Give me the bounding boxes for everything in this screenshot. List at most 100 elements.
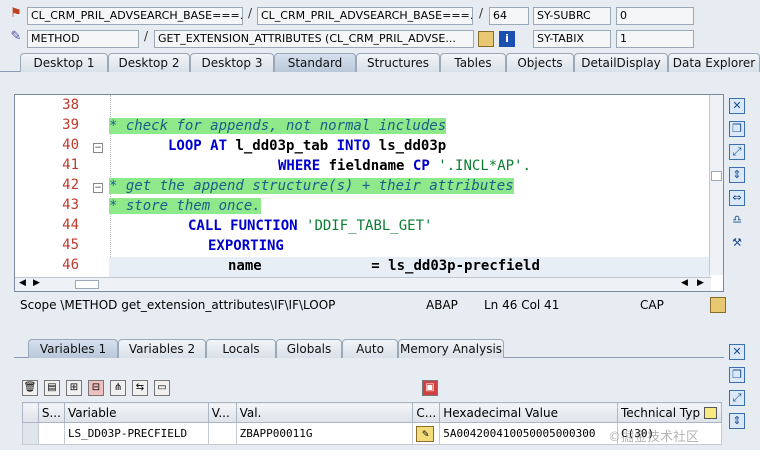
scroll-thumb[interactable] — [75, 280, 99, 289]
watermark: ©掘金技术社区 — [608, 430, 700, 445]
operator: = — [371, 258, 380, 274]
variables-tabs: Variables 1 Variables 2 Locals Globals A… — [14, 338, 724, 358]
separator: / — [248, 6, 253, 20]
cursor-position: Ln 46 Col 41 — [484, 298, 560, 312]
line-number: 45 — [62, 237, 79, 253]
debugger-tabs: Desktop 1 Desktop 2 Desktop 3 Standard S… — [0, 50, 760, 72]
scope-text: Scope \METHOD get_extension_attributes\I… — [20, 298, 336, 312]
tab-objects[interactable]: Objects — [506, 53, 574, 72]
program-field-1[interactable]: CL_CRM_PRIL_ADVSEARCH_BASE===... — [27, 7, 243, 25]
event-name-field[interactable]: GET_EXTENSION_ATTRIBUTES (CL_CRM_PRIL_AD… — [154, 30, 474, 48]
tab-tables[interactable]: Tables — [440, 53, 506, 72]
hierarchy-icon[interactable]: ⋔ — [110, 380, 126, 396]
source-editor[interactable]: 38 39 40 41 42 43 44 45 46 − − * check f… — [14, 94, 724, 292]
column-header-status[interactable]: S... — [37, 402, 65, 423]
scroll-thumb[interactable] — [711, 171, 722, 181]
editor-vertical-scrollbar[interactable] — [709, 95, 723, 275]
line-number: 46 — [62, 257, 79, 273]
copy-icon[interactable]: ❐ — [729, 121, 745, 137]
sy-tabix-value[interactable]: 1 — [616, 30, 694, 48]
close-icon[interactable]: ✕ — [729, 344, 745, 360]
tab-auto[interactable]: Auto — [342, 339, 398, 358]
tab-desktop-2[interactable]: Desktop 2 — [108, 53, 190, 72]
breakpoint-icon[interactable]: ♎ — [729, 213, 745, 229]
scroll-right-icon[interactable]: ▶ — [697, 278, 704, 288]
code-line-42: * get the append structure(s) + their at… — [109, 177, 514, 196]
sy-subrc-label: SY-SUBRC — [533, 7, 611, 25]
delete-icon[interactable]: 🗑 — [22, 380, 38, 396]
tab-globals[interactable]: Globals — [276, 339, 342, 358]
copy-icon[interactable]: ❐ — [729, 367, 745, 383]
identifier: l_dd03p_tab — [235, 138, 329, 154]
details-icon[interactable]: ▤ — [44, 380, 60, 396]
scroll-left-icon[interactable]: ◀ — [19, 278, 26, 288]
tab-data-explorer[interactable]: Data Explorer — [668, 53, 760, 72]
identifier: fieldname — [328, 158, 405, 174]
variable-cell[interactable]: LS_DD03P-PRECFIELD — [63, 422, 209, 445]
vertical-split-icon[interactable]: ⇕ — [729, 413, 745, 429]
editor-side-toolbar: ✕ ❐ ⤢ ⇕ ⇔ ♎ ⚒ — [729, 98, 747, 259]
program-icon: ⚑ — [10, 6, 22, 21]
code-line-43: * store them once. — [109, 197, 261, 216]
editor-horizontal-scrollbar[interactable]: ◀ ▶ ◀ ▶ — [15, 277, 711, 291]
line-number-field[interactable]: 64 — [489, 7, 529, 25]
keyword: WHERE — [278, 158, 321, 174]
line-number: 41 — [62, 157, 79, 173]
tab-desktop-1[interactable]: Desktop 1 — [20, 53, 108, 72]
event-type-field[interactable]: METHOD — [27, 30, 139, 48]
variables-toolbar: 🗑 ▤ ⊞ ⊟ ⋔ ⇆ ▭ — [22, 380, 170, 398]
scroll-left-icon[interactable]: ◀ — [681, 278, 688, 288]
maximize-icon[interactable]: ⤢ — [729, 390, 745, 406]
maximize-icon[interactable]: ⤢ — [729, 144, 745, 160]
sy-tabix-label: SY-TABIX — [533, 30, 611, 48]
line-number: 42 — [62, 177, 79, 193]
change-cell[interactable]: ✎ — [412, 422, 441, 445]
source-icon[interactable] — [710, 297, 726, 313]
navigate-icon[interactable]: ⇆ — [132, 380, 148, 396]
tools-icon[interactable]: ⚒ — [729, 236, 745, 252]
tab-memory-analysis[interactable]: Memory Analysis — [398, 339, 504, 358]
keyword: CALL FUNCTION — [188, 218, 298, 234]
delete-row-icon[interactable]: ⊟ — [88, 380, 104, 396]
tab-variables-1[interactable]: Variables 1 — [28, 339, 118, 358]
header-row-2: ✎ METHOD / GET_EXTENSION_ATTRIBUTES (CL_… — [0, 28, 760, 50]
sy-subrc-value[interactable]: 0 — [616, 7, 694, 25]
separator: / — [479, 6, 484, 20]
insert-row-icon[interactable]: ⊞ — [66, 380, 82, 396]
status-cell — [37, 422, 65, 445]
method-icon: ✎ — [10, 29, 22, 44]
keyword: INTO — [336, 138, 371, 154]
program-field-2[interactable]: CL_CRM_PRIL_ADVSEARCH_BASE===... — [257, 7, 473, 25]
column-header-change[interactable]: C... — [412, 402, 441, 423]
folder-icon[interactable]: ▭ — [154, 380, 170, 396]
tab-structures[interactable]: Structures — [356, 53, 440, 72]
tab-desktop-3[interactable]: Desktop 3 — [190, 53, 274, 72]
vertical-split-icon[interactable]: ⇕ — [729, 167, 745, 183]
info-icon[interactable]: i — [499, 31, 515, 47]
header-row-1: ⚑ CL_CRM_PRIL_ADVSEARCH_BASE===... / CL_… — [0, 5, 760, 27]
identifier: ls_dd03p — [378, 138, 447, 154]
fold-toggle-icon[interactable]: − — [93, 143, 103, 153]
edit-pencil-icon[interactable]: ✎ — [416, 425, 435, 442]
identifier: name — [228, 258, 262, 274]
row-selector[interactable] — [22, 422, 39, 445]
column-header-variable[interactable]: Variable — [63, 402, 209, 423]
column-header-v[interactable]: V... — [207, 402, 237, 423]
fold-toggle-icon[interactable]: − — [93, 183, 103, 193]
tab-detail-display[interactable]: DetailDisplay — [574, 53, 668, 72]
scroll-right-icon[interactable]: ▶ — [33, 278, 40, 288]
save-icon[interactable]: ▣ — [422, 380, 438, 396]
close-icon[interactable]: ✕ — [729, 98, 745, 114]
value-cell[interactable]: ZBAPP00011G — [235, 422, 414, 445]
column-header-value[interactable]: Val. — [235, 402, 414, 423]
tab-locals[interactable]: Locals — [206, 339, 276, 358]
separator: / — [144, 29, 149, 43]
row-selector-header[interactable] — [22, 402, 39, 423]
column-header-hex[interactable]: Hexadecimal Value — [439, 402, 618, 423]
tab-variables-2[interactable]: Variables 2 — [118, 339, 206, 358]
column-header-type[interactable]: Technical Typ — [616, 402, 723, 423]
horizontal-split-icon[interactable]: ⇔ — [729, 190, 745, 206]
tab-standard[interactable]: Standard — [274, 53, 356, 72]
source-icon[interactable] — [478, 31, 494, 47]
column-layout-icon[interactable] — [703, 407, 717, 419]
